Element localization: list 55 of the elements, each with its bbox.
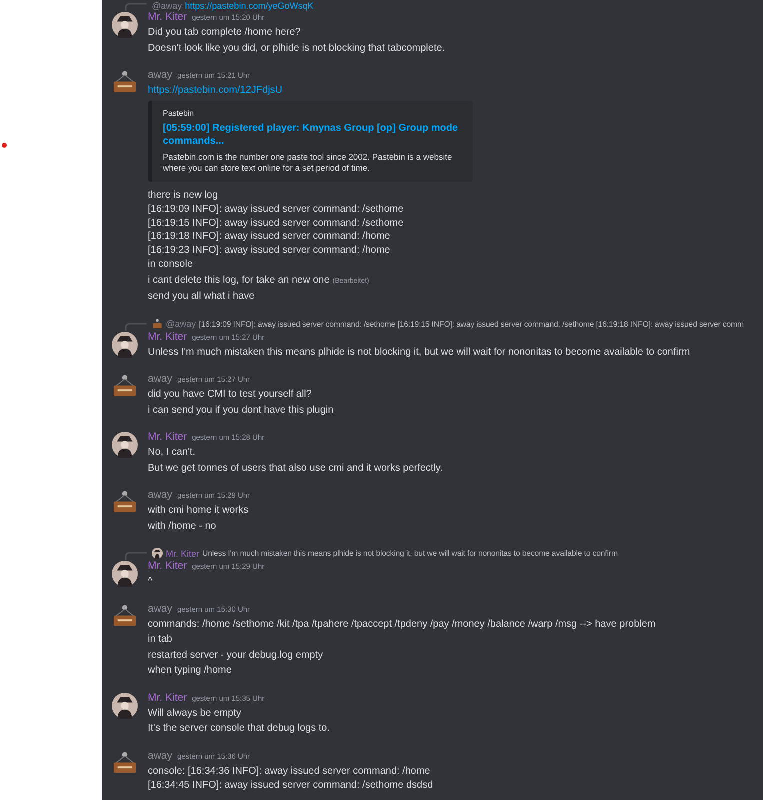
message-link[interactable]: https://pastebin.com/12JFdjsU [148,83,283,98]
message-text: [16:34:45 INFO]: away issued server command: /sethome dsdsd [148,779,434,792]
reply-author[interactable]: @away [166,319,196,329]
author-name[interactable]: Mr. Kiter [148,692,188,704]
author-name[interactable]: Mr. Kiter [148,431,188,443]
message-text: in tab [148,633,172,647]
message-text: send you all what i have [148,290,255,304]
author-name[interactable]: away [148,373,173,385]
avatar-icon [152,548,163,559]
author-name[interactable]: Mr. Kiter [148,560,188,572]
message-text: [16:19:09 INFO]: away issued server command: /sethome [148,203,404,216]
message-text: But we get tonnes of users that also use cmi and it works perfectly. [148,462,443,476]
message-text: No, I can't. [148,446,196,460]
author-name[interactable]: away [148,489,173,501]
message-text: when typing /home [148,664,232,678]
reply-connector [125,322,147,330]
reply-author[interactable]: @away [152,1,182,11]
avatar[interactable] [112,12,138,38]
author-name[interactable]: Mr. Kiter [148,11,188,23]
message-text: restarted server - your debug.log empty [148,648,324,662]
author-name[interactable]: away [148,602,173,614]
embed-description: Pastebin.com is the number one paste tool since 2002. Pastebin is a website where you can store text online for a set period of time. [163,152,454,174]
avatar[interactable] [112,432,138,458]
notification-dot [2,143,7,148]
message-text: i can send you if you dont have this plugin [148,404,334,418]
author-name[interactable]: away [148,69,173,81]
message-text: Doesn't look like you did, or plhide is not blocking that tabcomplete. [148,42,446,56]
reply-connector [125,552,147,560]
message-text: with cmi home it works [148,504,249,518]
reply-link[interactable]: https://pastebin.com/yeGoWsqK [185,1,314,11]
message-text: Will always be empty [148,706,242,720]
reply-connector [125,3,147,11]
reply-author[interactable]: Mr. Kiter [166,548,200,558]
message-text: in console [148,258,194,272]
message-text: with /home - no [148,520,216,534]
message-text: Unless I'm much mistaken this means plhide is not blocking it, but we will wait for nononitas to become available to confirm [148,346,690,360]
message-text: console: [16:34:36 INFO]: away issued server command: /home [148,764,430,778]
embed-provider[interactable]: Pastebin [163,108,463,118]
message-text: did you have CMI to test yourself all? [148,388,312,402]
sign-icon [152,318,163,330]
message-text: i cant delete this log, for take an new one [148,274,330,288]
message-text: Did you tab complete /home here? [148,26,301,40]
avatar[interactable] [112,332,138,358]
message-text: It's the server console that debug logs to. [148,722,330,736]
message-text: [16:19:15 INFO]: away issued server command: /sethome [148,216,404,230]
avatar[interactable] [112,692,138,718]
embed-title[interactable]: [05:59:00] Registered player: Kmynas Group [op] Group mode commands... [163,122,463,148]
message-text: [16:19:18 INFO]: away issued server command: /home [148,230,390,244]
author-name[interactable]: Mr. Kiter [148,330,188,342]
message-text: there is new log [148,188,218,202]
message-text: commands: /home /sethome /kit /tpa /tpahere /tpaccept /tpdeny /pay /money /balance /warp /msg --> have problem [148,618,656,632]
message-text: ^ [148,575,153,589]
author-name[interactable]: away [148,750,173,762]
avatar[interactable] [112,561,138,587]
message-text: [16:19:23 INFO]: away issued server command: /home [148,244,390,257]
